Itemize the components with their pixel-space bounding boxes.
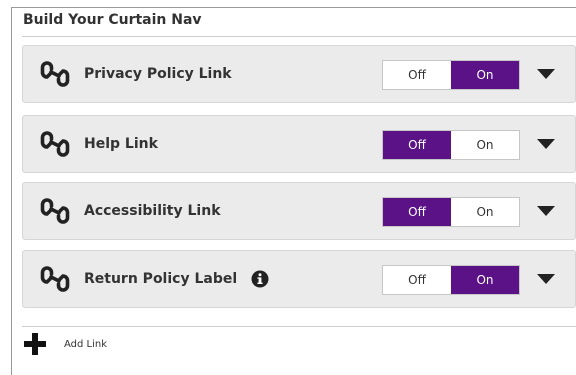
link-icon: [40, 198, 70, 224]
nav-item-accessibility-link: Accessibility Link Off On: [22, 182, 576, 240]
caret-down-icon[interactable]: [537, 273, 555, 285]
toggle-on-option[interactable]: On: [451, 198, 519, 226]
info-icon[interactable]: [251, 270, 269, 288]
add-link-button[interactable]: Add Link: [24, 333, 107, 355]
panel-title: Build Your Curtain Nav: [23, 12, 202, 28]
nav-item-privacy-policy-link: Privacy Policy Link Off On: [22, 45, 576, 103]
accessibility-link-toggle[interactable]: Off On: [382, 197, 520, 227]
toggle-off-option[interactable]: Off: [383, 131, 451, 159]
caret-down-icon[interactable]: [537, 138, 555, 150]
toggle-on-option[interactable]: On: [451, 61, 519, 89]
return-policy-toggle[interactable]: Off On: [382, 265, 520, 295]
toggle-off-option[interactable]: Off: [383, 61, 451, 89]
nav-item-label: Accessibility Link: [84, 203, 221, 219]
caret-down-icon[interactable]: [537, 205, 555, 217]
toggle-off-option[interactable]: Off: [383, 198, 451, 226]
nav-item-label: Help Link: [84, 136, 158, 152]
nav-item-label: Privacy Policy Link: [84, 66, 232, 82]
nav-item-help-link: Help Link Off On: [22, 115, 576, 173]
link-icon: [40, 61, 70, 87]
caret-down-icon[interactable]: [537, 68, 555, 80]
nav-item-label: Return Policy Label: [84, 271, 238, 287]
link-icon: [40, 266, 70, 292]
plus-icon: [24, 333, 46, 355]
link-icon: [40, 131, 70, 157]
bottom-divider: [22, 326, 576, 327]
toggle-on-option[interactable]: On: [451, 131, 519, 159]
add-link-label: Add Link: [64, 338, 108, 350]
toggle-on-option[interactable]: On: [451, 266, 519, 294]
toggle-off-option[interactable]: Off: [383, 266, 451, 294]
help-link-toggle[interactable]: Off On: [382, 130, 520, 160]
privacy-policy-toggle[interactable]: Off On: [382, 60, 520, 90]
title-divider: [22, 36, 576, 37]
nav-item-return-policy-label: Return Policy Label Off On: [22, 250, 576, 308]
